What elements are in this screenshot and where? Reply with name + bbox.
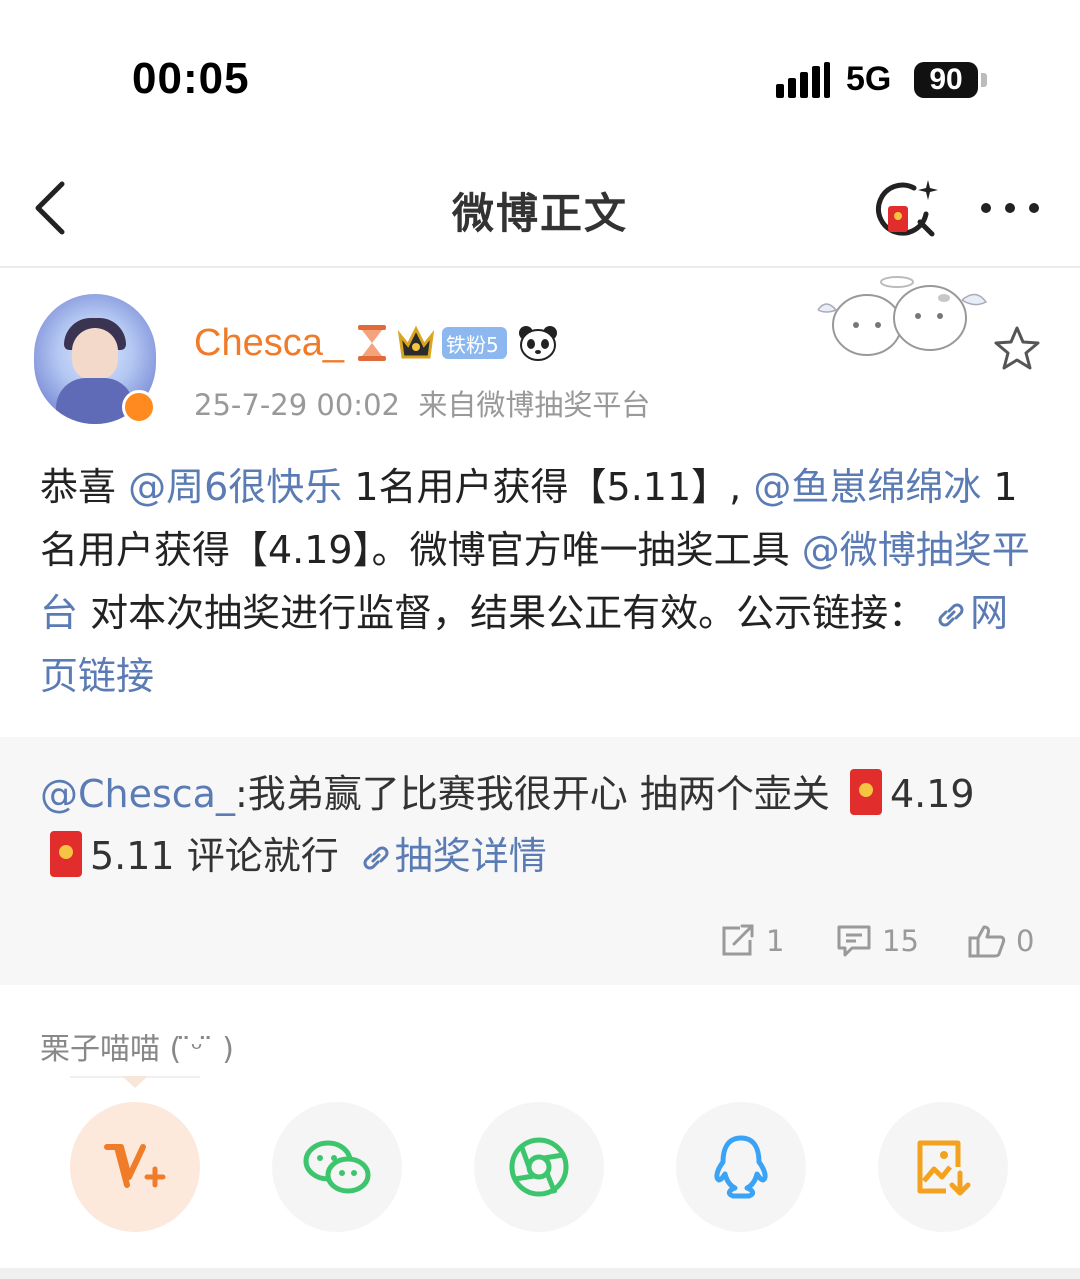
battery-icon: 90	[914, 62, 978, 98]
repost-body: @Chesca_:我弟赢了比赛我很开心 抽两个壶关 4.19 5.11 评论就行…	[40, 763, 1040, 887]
lottery-detail-label: 抽奖详情	[394, 834, 547, 878]
like-count[interactable]: 0	[968, 924, 1034, 958]
fan-badge: 铁粉5	[441, 327, 507, 359]
comment-stat[interactable]: 15	[836, 921, 919, 961]
share-row	[0, 1102, 1080, 1232]
favorite-star-icon[interactable]	[992, 324, 1042, 374]
hourglass-icon	[357, 325, 386, 361]
redpacket-icon	[50, 831, 82, 877]
repost-value: 5.11 评论就行	[90, 834, 351, 878]
comment-icon	[837, 925, 871, 957]
search-redpacket-icon[interactable]	[874, 178, 940, 240]
mention-link[interactable]: @周6很快乐	[128, 465, 342, 509]
mention-link[interactable]: @鱼崽绵绵冰	[753, 465, 981, 509]
repost-text: :我弟赢了比赛我很开心 抽两个壶关	[234, 772, 842, 816]
more-icon[interactable]	[976, 186, 1044, 230]
signal-icon	[776, 62, 830, 98]
comment-count[interactable]: 15	[836, 924, 919, 958]
panda-icon	[518, 326, 557, 361]
qq-icon	[714, 1135, 768, 1199]
repost-box[interactable]: @Chesca_:我弟赢了比赛我很开心 抽两个壶关 4.19 5.11 评论就行…	[0, 737, 1080, 985]
cat-sticker-icon	[817, 276, 988, 356]
share-out-icon	[722, 924, 754, 956]
status-time: 00:05	[132, 54, 250, 103]
post-text-part: 1名用户获得【5.11】,	[342, 465, 754, 509]
bottom-divider	[0, 1268, 1080, 1279]
like-stat[interactable]: 0	[968, 921, 1034, 961]
post-body: 恭喜 @周6很快乐 1名用户获得【5.11】, @鱼崽绵绵冰 1名用户获得【4.…	[40, 456, 1040, 708]
repost-count-value: 1	[766, 924, 785, 958]
network-type: 5G	[846, 60, 892, 98]
weibo-repost-icon	[104, 1144, 166, 1188]
moments-icon	[509, 1137, 569, 1197]
thumbs-up-icon	[968, 925, 1006, 958]
repost-stat[interactable]: 1	[720, 921, 784, 961]
tooltip-caret	[70, 1076, 200, 1088]
link-icon	[363, 846, 389, 870]
share-wechat-button[interactable]	[272, 1102, 402, 1232]
post-text-part: 恭喜	[40, 465, 129, 509]
username-row: Chesca_ 铁粉5	[194, 318, 565, 368]
repost-value: 4.19	[889, 772, 975, 816]
status-bar: 00:05 5G 90	[0, 0, 1080, 150]
avatar-face	[72, 328, 118, 380]
lottery-detail-link[interactable]: 抽奖详情	[351, 834, 547, 878]
comment-preview[interactable]: 栗子喵喵 ( ̈ᵕ ̈ )	[40, 1024, 234, 1068]
username[interactable]: Chesca_	[194, 322, 344, 365]
like-count-value: 0	[1016, 924, 1035, 958]
comment-count-value: 15	[882, 924, 919, 958]
post-source: 来自微博抽奖平台	[418, 388, 651, 422]
nav-bar: 微博正文	[0, 150, 1080, 268]
crown-icon	[397, 325, 435, 359]
battery-tip	[981, 73, 987, 87]
wechat-icon	[303, 1140, 371, 1194]
save-image-button[interactable]	[878, 1102, 1008, 1232]
fan-badge-label: 铁粉5	[445, 332, 499, 357]
redpacket-icon	[849, 769, 882, 815]
share-moments-button[interactable]	[474, 1102, 604, 1232]
share-weibo-button[interactable]	[70, 1102, 200, 1232]
post-meta: 25-7-29 00:02 来自微博抽奖平台	[194, 382, 650, 424]
verified-badge-icon	[122, 390, 156, 424]
post-time: 25-7-29 00:02	[194, 388, 400, 422]
save-image-icon	[917, 1140, 971, 1196]
repost-author[interactable]: @Chesca_	[40, 772, 235, 816]
share-qq-button[interactable]	[676, 1102, 806, 1232]
post-text-part: 对本次抽奖进行监督，结果公正有效。公示链接：	[78, 591, 927, 635]
link-icon	[938, 603, 964, 627]
repost-count[interactable]: 1	[720, 924, 784, 958]
